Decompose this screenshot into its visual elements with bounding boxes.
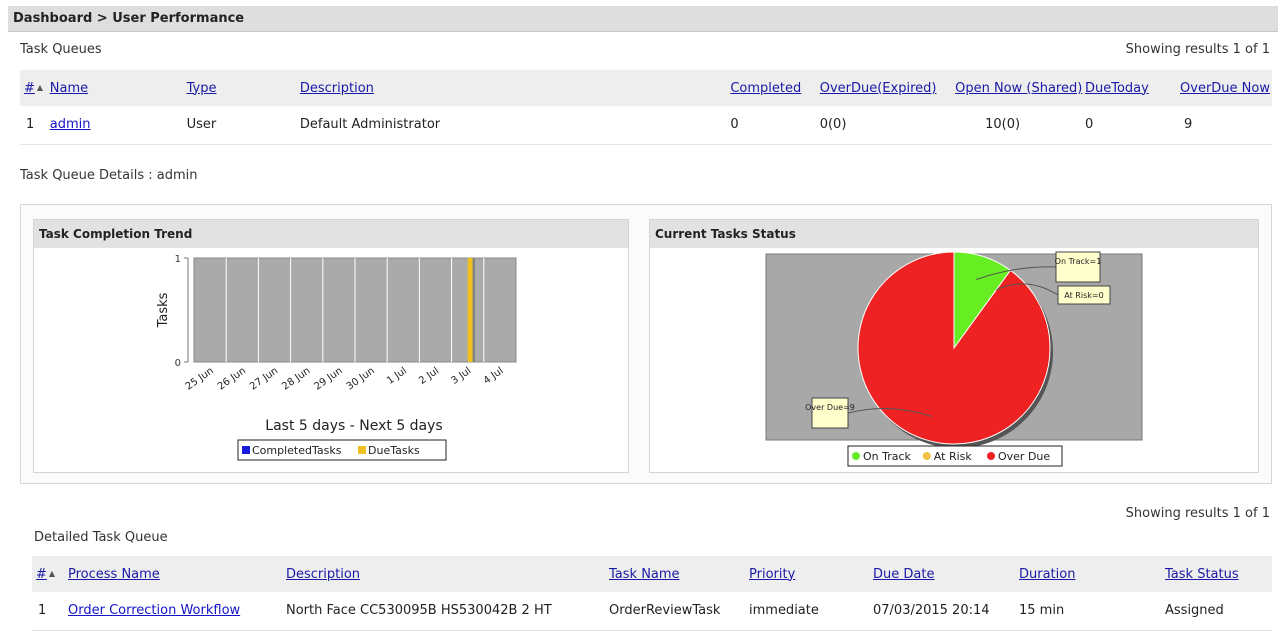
row-duration: 15 min: [1019, 592, 1165, 631]
x-tick-label: 2 Jul: [417, 365, 441, 386]
x-tick-label: 3 Jul: [449, 365, 473, 386]
col-header-due-date[interactable]: Due Date: [873, 556, 1019, 592]
x-tick-label: 25 Jun: [184, 365, 216, 392]
breadcrumb: Dashboard > User Performance: [8, 6, 1278, 32]
detailed-task-queue-title: Detailed Task Queue: [34, 530, 168, 545]
task-queue-details-label: Task Queue Details : admin: [20, 168, 198, 183]
x-tick-label: 29 Jun: [312, 365, 344, 392]
row-priority: immediate: [749, 592, 873, 631]
col-header-duration[interactable]: Duration: [1019, 556, 1165, 592]
row-overdue-now: 9: [1180, 106, 1272, 145]
task-queues-results: Showing results 1 of 1: [1125, 42, 1270, 57]
detailed-task-table: # ▲ Process Name Description Task Name Pr…: [32, 556, 1272, 631]
col-header-task-name[interactable]: Task Name: [609, 556, 749, 592]
col-header-completed[interactable]: Completed: [730, 70, 820, 106]
row-due-date: 07/03/2015 20:14: [873, 592, 1019, 631]
legend-completed-label: CompletedTasks: [252, 444, 342, 457]
y-axis-label: Tasks: [156, 292, 171, 328]
table-row: 1 admin User Default Administrator 0 0(0…: [20, 106, 1272, 145]
col-header-overdue-now[interactable]: OverDue Now: [1180, 70, 1272, 106]
legend-dot: [852, 452, 860, 460]
task-completion-trend-chart: 0 1 25 Jun 26 Jun 27 Jun 28 Jun 29 Jun 30 Jun 1…: [156, 254, 517, 461]
callout-label: At Risk=0: [1064, 291, 1103, 300]
row-task-status: Assigned: [1165, 592, 1272, 631]
legend-due-label: DueTasks: [368, 444, 420, 457]
row-name[interactable]: admin: [49, 106, 187, 145]
current-tasks-status-chart: On Track=1 At Risk=0 Over Due=9 On Track At…: [765, 251, 1143, 467]
table-header-row: # ▲ Process Name Description Task Name Pr…: [32, 556, 1272, 592]
col-header-process-name[interactable]: Process Name: [68, 556, 286, 592]
x-tick-label: 1 Jul: [385, 365, 409, 386]
row-task-name: OrderReviewTask: [609, 592, 749, 631]
row-process-name[interactable]: Order Correction Workflow: [68, 592, 286, 631]
x-tick-label: 28 Jun: [280, 365, 312, 392]
status-panel: Current Tasks Status On Track=1 At Risk=0…: [649, 219, 1259, 473]
x-tick-label: 27 Jun: [248, 365, 280, 392]
legend-label: On Track: [863, 450, 912, 463]
col-header-task-status[interactable]: Task Status: [1165, 556, 1272, 592]
trend-panel: Task Completion Trend 0 1 25 Jun 26 Jun 27 …: [33, 219, 629, 473]
row-description: North Face CC530095B HS530042B 2 HT: [286, 592, 609, 631]
col-header-open-now[interactable]: Open Now (Shared): [955, 70, 1085, 106]
sort-up-icon: ▲: [36, 82, 44, 92]
pie-slice-over-due: [857, 251, 1051, 445]
task-queues-title: Task Queues: [20, 42, 102, 57]
row-completed: 0: [730, 106, 820, 145]
row-open-now: 10(0): [955, 106, 1085, 145]
row-overdue-expired: 0(0): [819, 106, 956, 145]
trend-panel-title: Task Completion Trend: [34, 220, 628, 248]
col-header-description[interactable]: Description: [286, 556, 609, 592]
task-queues-table: # ▲ Name Type Description Completed OverD…: [20, 70, 1272, 145]
legend-due-swatch: [358, 446, 366, 454]
table-row: 1 Order Correction Workflow North Face C…: [32, 592, 1272, 631]
bar-shadow: [472, 258, 475, 362]
row-index: 1: [32, 592, 68, 631]
legend-dot: [922, 452, 931, 460]
x-tick-label: 30 Jun: [345, 365, 377, 392]
col-header-index[interactable]: # ▲: [32, 556, 68, 592]
bar-DueTasks: [467, 258, 473, 362]
legend-label: At Risk: [934, 450, 973, 463]
col-header-overdue-expired[interactable]: OverDue(Expired): [819, 70, 956, 106]
row-type: User: [186, 106, 300, 145]
x-tick-label: 4 Jul: [482, 365, 506, 386]
sort-up-icon: ▲: [48, 568, 56, 578]
row-due-today: 0: [1085, 106, 1181, 145]
row-index: 1: [20, 106, 50, 145]
x-tick-label: 26 Jun: [216, 365, 248, 392]
y-tick-label: 0: [175, 358, 181, 369]
legend-label: Over Due: [998, 450, 1050, 463]
col-header-name[interactable]: Name: [49, 70, 187, 106]
col-header-due-today[interactable]: DueToday: [1085, 70, 1181, 106]
callout-label: Over Due=9: [805, 403, 855, 412]
col-header-description[interactable]: Description: [299, 70, 731, 106]
status-panel-title: Current Tasks Status: [650, 220, 1258, 248]
y-tick-label: 1: [175, 254, 181, 265]
col-header-priority[interactable]: Priority: [749, 556, 873, 592]
charts-container: Task Completion Trend 0 1 25 Jun 26 Jun 27 …: [20, 204, 1272, 484]
row-description: Default Administrator: [299, 106, 731, 145]
detailed-results: Showing results 1 of 1: [1125, 506, 1270, 521]
callout-label: On Track=1: [1055, 257, 1102, 266]
legend-dot: [987, 452, 995, 460]
legend-completed-swatch: [242, 446, 250, 454]
col-header-type[interactable]: Type: [186, 70, 300, 106]
table-header-row: # ▲ Name Type Description Completed OverD…: [20, 70, 1272, 106]
x-axis-label: Last 5 days - Next 5 days: [265, 418, 442, 434]
col-header-index[interactable]: # ▲: [20, 70, 50, 106]
